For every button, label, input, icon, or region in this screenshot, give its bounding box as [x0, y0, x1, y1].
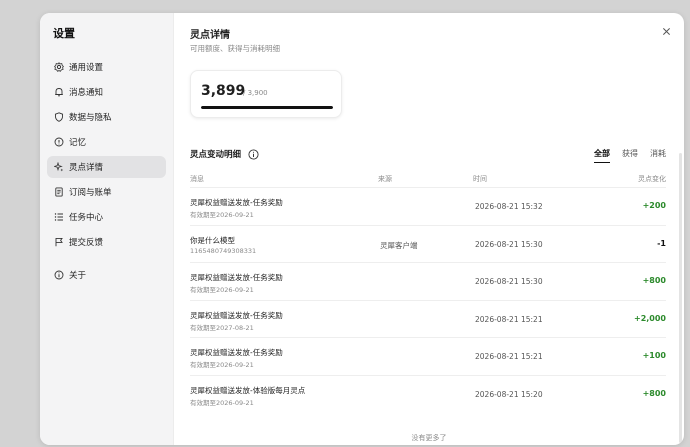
row-subtitle: 有效期至2026-09-21	[190, 398, 254, 407]
row-subtitle: 有效期至2026-09-21	[190, 286, 254, 294]
sidebar-item-label: 提交反馈	[69, 238, 104, 248]
table-header: 消息 来源 时间 灵点变化	[190, 174, 666, 186]
sidebar-item-about[interactable]: 关于	[47, 264, 166, 286]
sidebar-item-feedback[interactable]: 提交反馈	[47, 231, 166, 253]
shield-icon	[52, 110, 66, 124]
row-source: 灵犀客户端	[380, 240, 418, 250]
row-time: 2026-08-21 15:20	[475, 389, 543, 399]
table-row: 灵犀权益赠送发放-任务奖励 有效期至2027-08-21 2026-08-21 …	[190, 299, 666, 338]
row-title: 灵犀权益赠送发放-任务奖励	[190, 348, 283, 357]
balance-value: 3,899	[201, 83, 246, 99]
close-icon	[662, 27, 670, 35]
sidebar-item-notifications[interactable]: 消息通知	[47, 81, 166, 103]
row-change: +800	[642, 276, 666, 285]
sidebar: 设置 通用设置 消息通知 数据与隐私 记忆 灵点详情 订阅与账单 任务中心 提交…	[40, 13, 174, 445]
column-header-change: 灵点变化	[638, 175, 666, 183]
balance-card: 3,899 / 3,900	[190, 70, 342, 118]
list-icon	[52, 210, 66, 224]
gear-icon	[52, 60, 66, 74]
sidebar-item-general[interactable]: 通用设置	[47, 56, 166, 78]
row-subtitle: 有效期至2027-08-21	[190, 323, 254, 332]
sidebar-item-tasks[interactable]: 任务中心	[47, 206, 166, 228]
column-header-time: 时间	[473, 175, 487, 183]
bell-icon	[52, 85, 66, 99]
close-button[interactable]	[660, 25, 672, 37]
info-icon	[52, 268, 66, 282]
sidebar-item-label: 关于	[69, 271, 87, 281]
tab-spent[interactable]: 消耗	[650, 148, 666, 163]
balance-progress-bar	[201, 106, 333, 109]
row-title: 你是什么模型	[190, 235, 235, 245]
row-subtitle: 有效期至2026-09-21	[190, 361, 254, 369]
document-icon	[52, 185, 66, 199]
table-row: 灵犀权益赠送发放-任务奖励 有效期至2026-09-21 2026-08-21 …	[190, 187, 666, 225]
row-time: 2026-08-21 15:21	[475, 352, 543, 361]
row-change: +2,000	[633, 313, 666, 323]
sidebar-item-points[interactable]: 灵点详情	[47, 156, 166, 178]
settings-modal: 设置 通用设置 消息通知 数据与隐私 记忆 灵点详情 订阅与账单 任务中心 提交…	[40, 13, 684, 445]
row-title: 灵犀权益赠送发放-任务奖励	[190, 198, 283, 207]
sidebar-item-privacy[interactable]: 数据与隐私	[47, 106, 166, 128]
sidebar-item-billing[interactable]: 订阅与账单	[47, 181, 166, 203]
tab-all[interactable]: 全部	[594, 148, 610, 163]
column-header-source: 来源	[378, 175, 392, 183]
balance-total: / 3,900	[243, 89, 268, 97]
row-subtitle: 1165480749308331	[190, 246, 257, 255]
sidebar-item-label: 通用设置	[69, 63, 104, 73]
table-row: 灵犀权益赠送发放-任务奖励 有效期至2026-09-21 2026-08-21 …	[190, 337, 666, 375]
row-change: +200	[642, 201, 666, 210]
row-change: +800	[642, 388, 666, 398]
tab-earned[interactable]: 获得	[622, 148, 638, 163]
row-time: 2026-08-21 15:30	[475, 239, 543, 249]
filter-tabs: 全部 获得 消耗	[582, 148, 666, 163]
page-title: 灵点详情	[190, 30, 230, 41]
sidebar-item-label: 灵点详情	[69, 163, 104, 173]
info-circle-icon	[52, 135, 66, 149]
info-icon[interactable]	[248, 148, 259, 160]
sidebar-item-memory[interactable]: 记忆	[47, 131, 166, 153]
row-time: 2026-08-21 15:32	[475, 202, 543, 211]
section-title-text: 灵点变动明细	[190, 150, 242, 160]
row-time: 2026-08-21 15:21	[475, 314, 543, 324]
scrollbar[interactable]	[679, 153, 682, 443]
balance-progress-fill	[201, 106, 333, 109]
sidebar-item-label: 数据与隐私	[69, 113, 112, 123]
sidebar-item-label: 任务中心	[69, 213, 104, 223]
column-header-message: 消息	[190, 175, 204, 183]
sparkle-icon	[52, 160, 66, 174]
row-title: 灵犀权益赠送发放-任务奖励	[190, 310, 283, 320]
sidebar-title: 设置	[53, 27, 75, 40]
row-time: 2026-08-21 15:30	[475, 277, 543, 286]
flag-icon	[52, 235, 66, 249]
row-subtitle: 有效期至2026-09-21	[190, 211, 254, 219]
row-change: +100	[642, 351, 666, 360]
section-title: 灵点变动明细	[190, 148, 259, 160]
row-title: 灵犀权益赠送发放-任务奖励	[190, 273, 283, 282]
sidebar-item-label: 订阅与账单	[69, 188, 112, 198]
points-detail-panel: 灵点详情 可用额度、获得与消耗明细 3,899 / 3,900 灵点变动明细 全…	[174, 13, 684, 445]
table-row: 灵犀权益赠送发放-体验版每月灵点 有效期至2026-09-21 2026-08-…	[190, 374, 666, 413]
sidebar-item-label: 记忆	[69, 138, 87, 148]
row-title: 灵犀权益赠送发放-体验版每月灵点	[190, 385, 306, 395]
page-subtitle: 可用额度、获得与消耗明细	[190, 44, 280, 53]
table-row: 你是什么模型 1165480749308331 灵犀客户端 2026-08-21…	[190, 224, 666, 263]
no-more-text: 没有更多了	[411, 434, 447, 442]
sidebar-item-label: 消息通知	[69, 88, 104, 98]
table-row: 灵犀权益赠送发放-任务奖励 有效期至2026-09-21 2026-08-21 …	[190, 262, 666, 300]
row-change: -1	[657, 238, 666, 248]
transaction-table: 灵犀权益赠送发放-任务奖励 有效期至2026-09-21 2026-08-21 …	[190, 187, 666, 412]
